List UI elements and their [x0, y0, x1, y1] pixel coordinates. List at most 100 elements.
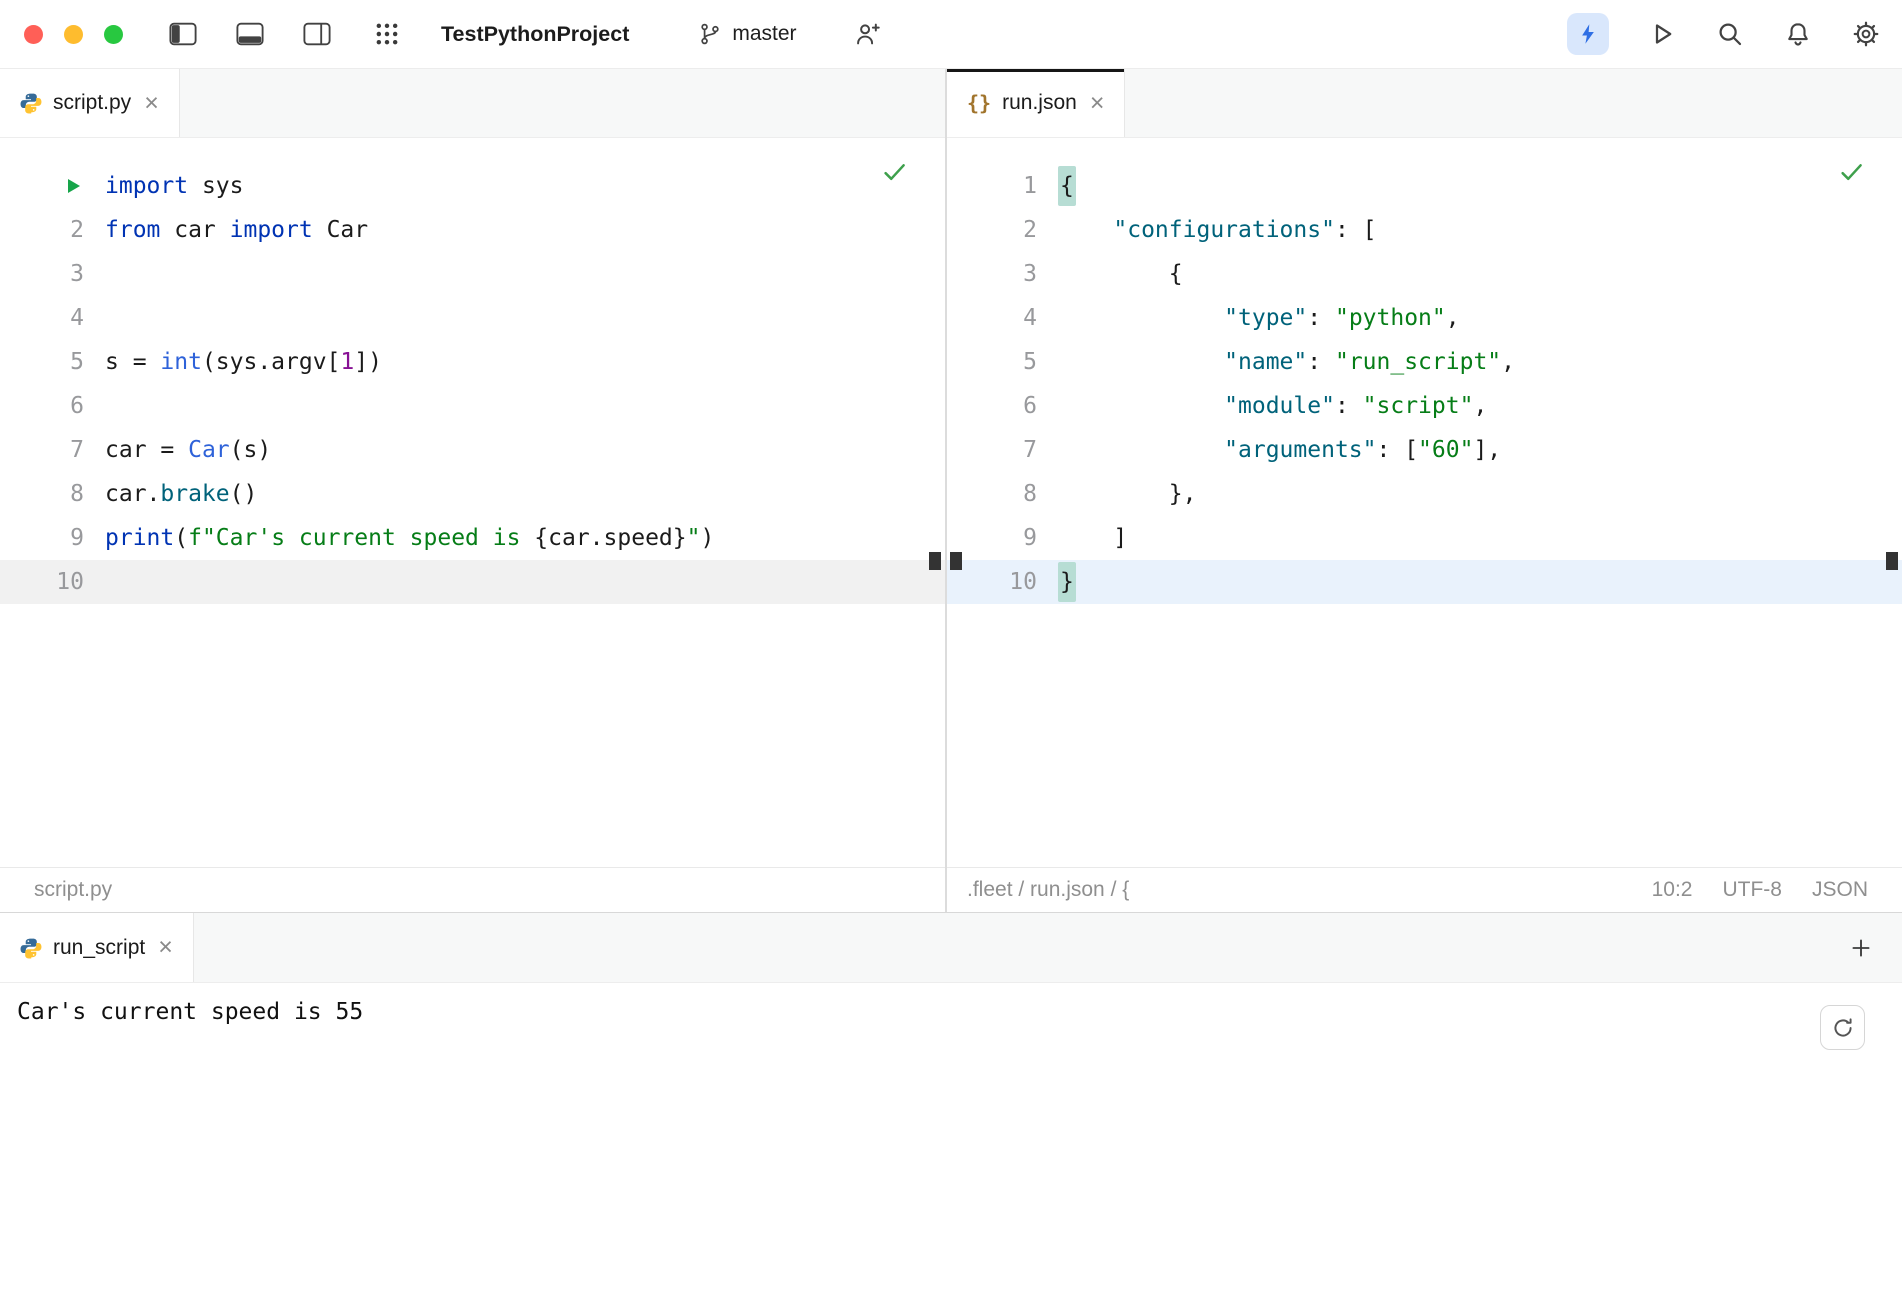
- code-text[interactable]: {: [1037, 261, 1183, 287]
- code-text[interactable]: },: [1037, 481, 1196, 507]
- code-text[interactable]: s = int(sys.argv[1]): [84, 349, 382, 375]
- line-number[interactable]: 6: [0, 393, 84, 419]
- statusbar-runjson: .fleet / run.json / { 10:2 UTF-8 JSON: [947, 867, 1902, 912]
- bottom-panel-toggle-button[interactable]: [236, 19, 264, 49]
- close-window-button[interactable]: [24, 25, 43, 44]
- run-panel-tabbar: run_script ×: [0, 913, 1902, 983]
- code-line[interactable]: 2 "configurations": [: [947, 208, 1902, 252]
- line-number[interactable]: 7: [947, 437, 1037, 463]
- apps-grid-button[interactable]: [372, 19, 402, 49]
- code-line[interactable]: 5s = int(sys.argv[1]): [0, 340, 945, 384]
- line-number[interactable]: 5: [947, 349, 1037, 375]
- code-line[interactable]: 5 "name": "run_script",: [947, 340, 1902, 384]
- code-area-runjson[interactable]: 1{2 "configurations": [3 {4 "type": "pyt…: [947, 164, 1902, 604]
- code-line[interactable]: 8 },: [947, 472, 1902, 516]
- breadcrumb[interactable]: .fleet / run.json / {: [967, 878, 1129, 902]
- code-line[interactable]: 10}: [947, 560, 1902, 604]
- filetype[interactable]: JSON: [1812, 878, 1868, 902]
- settings-button[interactable]: [1851, 19, 1881, 49]
- line-number[interactable]: 4: [947, 305, 1037, 331]
- code-line[interactable]: 4 "type": "python",: [947, 296, 1902, 340]
- notifications-button[interactable]: [1783, 19, 1813, 49]
- line-number[interactable]: 8: [0, 481, 84, 507]
- code-line[interactable]: 3 {: [947, 252, 1902, 296]
- line-number[interactable]: 6: [947, 393, 1037, 419]
- line-number[interactable]: 7: [0, 437, 84, 463]
- line-number[interactable]: 10: [947, 569, 1037, 595]
- code-text[interactable]: "arguments": ["60"],: [1037, 437, 1501, 463]
- line-number[interactable]: 2: [947, 217, 1037, 243]
- code-text[interactable]: ]: [1037, 525, 1127, 551]
- branch-name: master: [732, 22, 796, 46]
- line-number[interactable]: 3: [947, 261, 1037, 287]
- status-metrics: 10:2 UTF-8 JSON: [1652, 878, 1868, 902]
- rerun-button[interactable]: [1820, 1005, 1865, 1050]
- caret-position[interactable]: 10:2: [1652, 878, 1693, 902]
- line-number[interactable]: 3: [0, 261, 84, 287]
- project-name[interactable]: TestPythonProject: [441, 22, 629, 47]
- code-text[interactable]: import sys: [84, 173, 243, 199]
- close-tab-icon[interactable]: ×: [156, 935, 173, 960]
- code-line[interactable]: import sys: [0, 164, 945, 208]
- code-line[interactable]: 9 ]: [947, 516, 1902, 560]
- inspections-ok-icon[interactable]: [1837, 158, 1864, 185]
- code-line[interactable]: 1{: [947, 164, 1902, 208]
- run-output[interactable]: Car's current speed is 55: [0, 983, 1902, 1314]
- code-text[interactable]: from car import Car: [84, 217, 368, 243]
- code-line[interactable]: 9print(f"Car's current speed is {car.spe…: [0, 516, 945, 560]
- code-line[interactable]: 6 "module": "script",: [947, 384, 1902, 428]
- editor-runjson[interactable]: 1{2 "configurations": [3 {4 "type": "pyt…: [947, 138, 1902, 867]
- close-tab-icon[interactable]: ×: [1088, 91, 1105, 116]
- code-line[interactable]: 4: [0, 296, 945, 340]
- run-line-icon[interactable]: [62, 175, 84, 197]
- run-gutter-icon[interactable]: [0, 175, 84, 197]
- line-number[interactable]: 8: [947, 481, 1037, 507]
- code-text[interactable]: }: [1037, 569, 1076, 595]
- bottom-panel-icon: [236, 22, 264, 46]
- add-collaborator-button[interactable]: [853, 19, 883, 49]
- code-line[interactable]: 7 "arguments": ["60"],: [947, 428, 1902, 472]
- add-tab-button[interactable]: [1846, 933, 1876, 963]
- code-text[interactable]: print(f"Car's current speed is {car.spee…: [84, 525, 714, 551]
- run-config-lightning-button[interactable]: [1567, 13, 1609, 55]
- code-line[interactable]: 7car = Car(s): [0, 428, 945, 472]
- tab-label: run_script: [53, 936, 145, 960]
- line-number[interactable]: 1: [947, 173, 1037, 199]
- branch-switcher[interactable]: master: [697, 21, 796, 47]
- right-panel-toggle-button[interactable]: [303, 19, 331, 49]
- code-text[interactable]: "type": "python",: [1037, 305, 1460, 331]
- code-text[interactable]: {: [1037, 173, 1076, 199]
- code-line[interactable]: 6: [0, 384, 945, 428]
- code-line[interactable]: 2from car import Car: [0, 208, 945, 252]
- zoom-window-button[interactable]: [104, 25, 123, 44]
- tab-run-script[interactable]: run_script ×: [0, 913, 194, 982]
- status-file[interactable]: script.py: [34, 878, 112, 902]
- line-number[interactable]: 10: [0, 569, 84, 595]
- code-text[interactable]: car = Car(s): [84, 437, 271, 463]
- left-panel-toggle-button[interactable]: [169, 19, 197, 49]
- code-line[interactable]: 10: [0, 560, 945, 604]
- tab-run-json[interactable]: {} run.json ×: [947, 69, 1125, 137]
- tab-script-py[interactable]: script.py ×: [0, 69, 180, 137]
- line-number[interactable]: 4: [0, 305, 84, 331]
- editor-script[interactable]: import sys2from car import Car345s = int…: [0, 138, 945, 867]
- close-tab-icon[interactable]: ×: [142, 91, 159, 116]
- code-text[interactable]: "name": "run_script",: [1037, 349, 1515, 375]
- search-button[interactable]: [1715, 19, 1745, 49]
- run-button[interactable]: [1647, 19, 1677, 49]
- play-icon: [1647, 19, 1677, 49]
- line-number[interactable]: 9: [947, 525, 1037, 551]
- code-text[interactable]: car.brake(): [84, 481, 257, 507]
- code-text[interactable]: "module": "script",: [1037, 393, 1487, 419]
- line-number[interactable]: 2: [0, 217, 84, 243]
- inspections-ok-icon[interactable]: [880, 158, 907, 185]
- line-number[interactable]: 5: [0, 349, 84, 375]
- code-line[interactable]: 8car.brake(): [0, 472, 945, 516]
- encoding[interactable]: UTF-8: [1722, 878, 1782, 902]
- code-line[interactable]: 3: [0, 252, 945, 296]
- line-number[interactable]: 9: [0, 525, 84, 551]
- minimize-window-button[interactable]: [64, 25, 83, 44]
- output-text: Car's current speed is 55: [17, 997, 1902, 1027]
- code-text[interactable]: "configurations": [: [1037, 217, 1377, 243]
- code-area-script[interactable]: import sys2from car import Car345s = int…: [0, 164, 945, 604]
